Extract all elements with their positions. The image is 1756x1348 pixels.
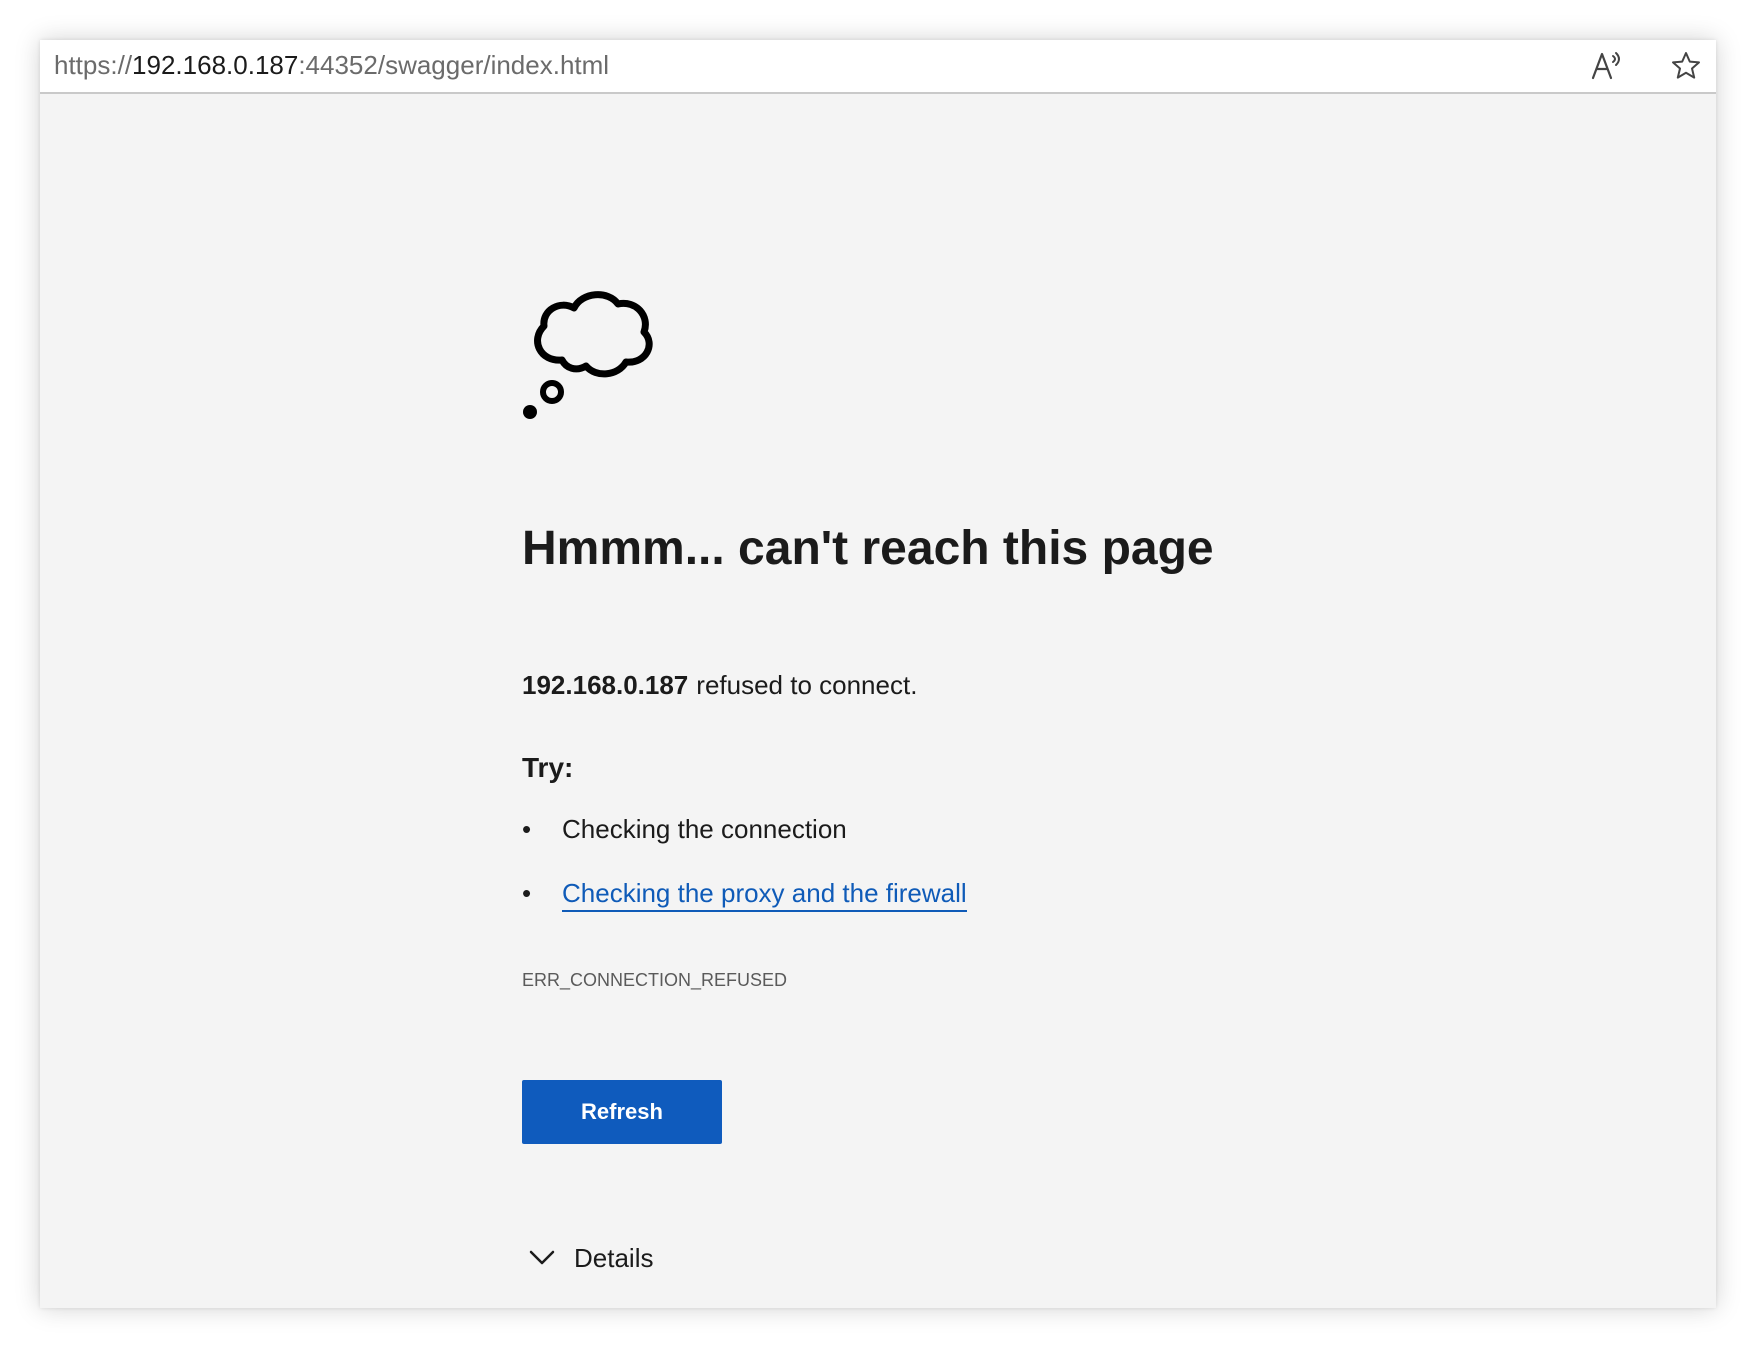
- address-url[interactable]: https://192.168.0.187:44352/swagger/inde…: [54, 40, 609, 90]
- details-label: Details: [574, 1242, 654, 1273]
- browser-window: https://192.168.0.187:44352/swagger/inde…: [40, 40, 1716, 1308]
- star-icon[interactable]: [1666, 46, 1706, 86]
- url-scheme: https://: [54, 50, 133, 80]
- chevron-down-icon: [522, 1238, 562, 1278]
- url-path: :44352/swagger/index.html: [298, 50, 610, 80]
- details-toggle[interactable]: Details: [522, 1238, 653, 1278]
- page-title: Hmmm... can't reach this page: [522, 522, 1214, 575]
- refresh-button[interactable]: Refresh: [522, 1080, 722, 1144]
- error-host: 192.168.0.187: [522, 670, 689, 700]
- suggestion-link-wrapper: Checking the proxy and the firewall: [562, 878, 967, 912]
- error-description: 192.168.0.187 refused to connect.: [522, 670, 917, 701]
- error-message: refused to connect.: [696, 670, 918, 700]
- read-aloud-icon[interactable]: [1588, 46, 1628, 86]
- url-host: 192.168.0.187: [132, 50, 299, 80]
- error-code: ERR_CONNECTION_REFUSED: [522, 970, 788, 990]
- proxy-firewall-link[interactable]: Checking the proxy and the firewall: [562, 878, 967, 912]
- thought-cloud-icon: [522, 280, 672, 430]
- bullet: •: [522, 878, 532, 908]
- suggestion-check-connection: Checking the connection: [562, 814, 847, 844]
- try-label: Try:: [522, 752, 574, 783]
- address-bar: https://192.168.0.187:44352/swagger/inde…: [40, 40, 1716, 94]
- bullet: •: [522, 814, 532, 844]
